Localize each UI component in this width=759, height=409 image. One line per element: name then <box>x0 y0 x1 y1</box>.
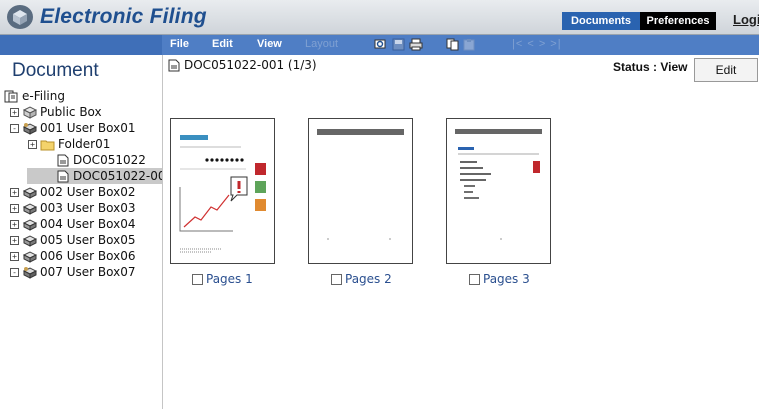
page-3-checkbox[interactable] <box>469 274 480 285</box>
public-box-icon <box>22 106 37 119</box>
tab-preferences[interactable]: Preferences <box>640 12 716 30</box>
tree-item-public-box[interactable]: + Public Box <box>10 104 102 120</box>
page-navigation[interactable]: |< < > >| <box>512 38 562 50</box>
expand-icon[interactable]: + <box>10 236 19 245</box>
page-1-selector[interactable]: Pages 1 <box>192 272 253 286</box>
page-3-preview <box>455 129 542 240</box>
tree-item-label: 002 User Box02 <box>40 185 136 199</box>
user-box-icon <box>22 267 37 279</box>
page-2-preview <box>317 129 404 240</box>
tree-item-label: Public Box <box>40 105 102 119</box>
user-box-icon <box>22 219 37 231</box>
menu-layout[interactable]: Layout <box>305 38 338 50</box>
tree-item-label: 006 User Box06 <box>40 249 136 263</box>
page-thumbnail-3[interactable] <box>446 118 551 264</box>
document-icon <box>57 154 69 167</box>
expand-icon[interactable]: + <box>10 220 19 229</box>
tree-item-label: DOC051022 <box>73 153 146 167</box>
save-icon[interactable] <box>392 38 406 51</box>
sidebar-title: Document <box>12 60 99 81</box>
document-icon <box>168 59 180 72</box>
page-thumbnail-1[interactable] <box>170 118 275 264</box>
page-thumbnail-2[interactable] <box>308 118 413 264</box>
print-icon[interactable] <box>409 38 423 51</box>
app-title: Electronic Filing <box>40 5 207 28</box>
tree-item-user-box-05[interactable]: +005 User Box05 <box>10 232 135 248</box>
collapse-icon[interactable]: - <box>10 124 19 133</box>
folder-icon <box>40 140 55 151</box>
page-1-checkbox[interactable] <box>192 274 203 285</box>
document-panel: DOC051022-001 (1/3) Status : View Edit P… <box>163 55 759 409</box>
tree-item-user-box-02[interactable]: +002 User Box02 <box>10 184 135 200</box>
user-box-icon <box>22 235 37 247</box>
menu-edit[interactable]: Edit <box>212 38 233 50</box>
sidebar: Document e-Filing + Public Box - 001 User … <box>0 55 163 409</box>
status-label: Status : View <box>613 60 688 74</box>
user-box-icon <box>22 251 37 263</box>
expand-icon[interactable]: + <box>10 108 19 117</box>
tree-item-doc051022-001[interactable]: DOC051022-001 <box>27 168 162 184</box>
menu-bar: File Edit View Layout |< < > >| <box>0 35 759 55</box>
login-link[interactable]: Login <box>733 12 759 27</box>
page-1-label: Pages 1 <box>206 272 253 286</box>
paste-icon[interactable] <box>462 38 476 51</box>
page-2-checkbox[interactable] <box>331 274 342 285</box>
tree-item-user-box-06[interactable]: +006 User Box06 <box>10 248 135 264</box>
page-1-preview <box>179 135 266 253</box>
tree-item-label: 001 User Box01 <box>40 121 136 135</box>
tree-item-user-box-04[interactable]: +004 User Box04 <box>10 216 135 232</box>
document-icon <box>57 170 69 183</box>
expand-icon[interactable]: + <box>10 188 19 197</box>
user-box-icon <box>22 203 37 215</box>
tree-item-user-box-01[interactable]: - 001 User Box01 <box>10 120 135 136</box>
menu-bar-spacer <box>0 35 162 55</box>
tree-item-label: Folder01 <box>58 137 111 151</box>
edit-button[interactable]: Edit <box>694 58 758 82</box>
tree-item-label: DOC051022-001 <box>73 169 162 183</box>
tree-item-folder01[interactable]: + Folder01 <box>28 136 110 152</box>
collapse-icon[interactable]: - <box>10 268 19 277</box>
document-header: DOC051022-001 (1/3) <box>166 58 317 72</box>
menu-view[interactable]: View <box>257 38 282 50</box>
page-3-selector[interactable]: Pages 3 <box>469 272 530 286</box>
user-box-icon <box>22 123 37 135</box>
efiling-icon <box>4 90 18 103</box>
menu-file[interactable]: File <box>170 38 189 50</box>
top-bar: Electronic Filing Documents Preferences … <box>0 0 759 35</box>
tree-item-label: 004 User Box04 <box>40 217 136 231</box>
document-title: DOC051022-001 (1/3) <box>184 58 317 72</box>
zoom-icon[interactable] <box>374 38 388 51</box>
copy-icon[interactable] <box>446 38 460 51</box>
tree-item-efiling[interactable]: e-Filing <box>4 88 65 104</box>
page-3-label: Pages 3 <box>483 272 530 286</box>
tree-item-label: e-Filing <box>22 89 65 103</box>
expand-icon[interactable]: + <box>28 140 37 149</box>
user-box-icon <box>22 187 37 199</box>
tree-item-user-box-03[interactable]: +003 User Box03 <box>10 200 135 216</box>
expand-icon[interactable]: + <box>10 252 19 261</box>
tree-item-doc051022[interactable]: DOC051022 <box>55 152 146 168</box>
logo-icon <box>7 5 33 29</box>
tree-item-label: 007 User Box07 <box>40 265 136 279</box>
tree-item-label: 003 User Box03 <box>40 201 136 215</box>
page-2-selector[interactable]: Pages 2 <box>331 272 392 286</box>
page-2-label: Pages 2 <box>345 272 392 286</box>
expand-icon[interactable]: + <box>10 204 19 213</box>
tree-item-label: 005 User Box05 <box>40 233 136 247</box>
tree-item-user-box-07[interactable]: - 007 User Box07 <box>10 264 135 280</box>
tab-documents[interactable]: Documents <box>562 12 640 30</box>
